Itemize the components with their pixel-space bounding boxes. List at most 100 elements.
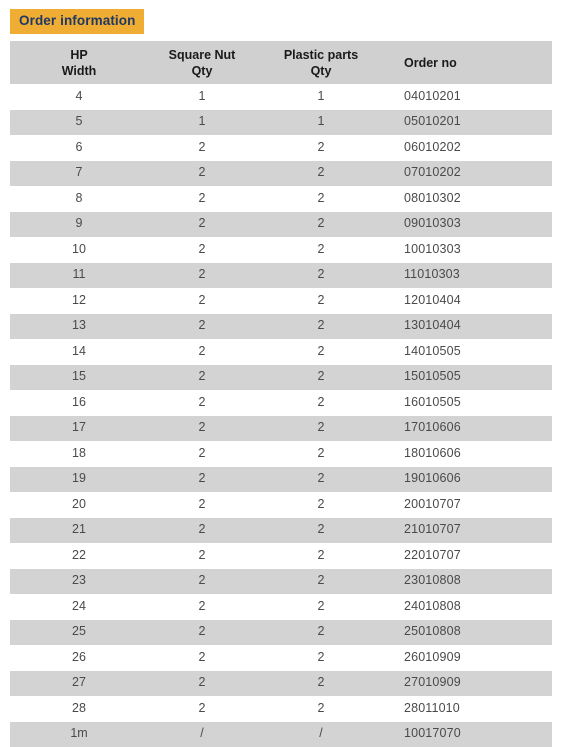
cell-hp-width: 15 <box>10 365 148 391</box>
cell-order-no: 11010303 <box>386 263 552 289</box>
cell-plastic-parts-qty: 2 <box>256 288 386 314</box>
cell-square-nut-qty: 2 <box>148 416 256 442</box>
cell-hp-width: 13 <box>10 314 148 340</box>
cell-plastic-parts-qty: 2 <box>256 518 386 544</box>
cell-order-no: 08010302 <box>386 186 552 212</box>
cell-square-nut-qty: / <box>148 722 256 747</box>
cell-plastic-parts-qty: 1 <box>256 110 386 136</box>
column-header-plastic-parts-line1: Plastic parts <box>256 47 386 63</box>
cell-square-nut-qty: 2 <box>148 212 256 238</box>
column-header-order-no-line1: Order no <box>404 55 552 71</box>
table-row: 1m//10017070 <box>10 722 552 747</box>
column-header-plastic-parts-qty: Plastic parts Qty <box>256 41 386 84</box>
table-row: 142214010505 <box>10 339 552 365</box>
cell-order-no: 10010303 <box>386 237 552 263</box>
table-row: 182218010606 <box>10 441 552 467</box>
cell-square-nut-qty: 2 <box>148 161 256 187</box>
table-body: 4110401020151105010201622060102027220701… <box>10 84 552 747</box>
cell-square-nut-qty: 2 <box>148 492 256 518</box>
cell-square-nut-qty: 2 <box>148 339 256 365</box>
cell-order-no: 28011010 <box>386 696 552 722</box>
cell-square-nut-qty: 2 <box>148 314 256 340</box>
cell-order-no: 07010202 <box>386 161 552 187</box>
cell-plastic-parts-qty: 2 <box>256 237 386 263</box>
cell-order-no: 22010707 <box>386 543 552 569</box>
cell-square-nut-qty: 2 <box>148 237 256 263</box>
table-row: 272227010909 <box>10 671 552 697</box>
cell-order-no: 05010201 <box>386 110 552 136</box>
cell-square-nut-qty: 2 <box>148 135 256 161</box>
cell-hp-width: 28 <box>10 696 148 722</box>
cell-order-no: 15010505 <box>386 365 552 391</box>
cell-hp-width: 25 <box>10 620 148 646</box>
cell-plastic-parts-qty: 2 <box>256 696 386 722</box>
cell-plastic-parts-qty: 2 <box>256 594 386 620</box>
cell-hp-width: 16 <box>10 390 148 416</box>
cell-plastic-parts-qty: 2 <box>256 467 386 493</box>
cell-square-nut-qty: 2 <box>148 518 256 544</box>
cell-plastic-parts-qty: 2 <box>256 365 386 391</box>
cell-square-nut-qty: 2 <box>148 365 256 391</box>
cell-plastic-parts-qty: 2 <box>256 390 386 416</box>
cell-hp-width: 21 <box>10 518 148 544</box>
cell-hp-width: 14 <box>10 339 148 365</box>
cell-square-nut-qty: 2 <box>148 569 256 595</box>
table-row: 132213010404 <box>10 314 552 340</box>
cell-square-nut-qty: 2 <box>148 645 256 671</box>
order-table-container: HP Width Square Nut Qty Plastic parts Qt… <box>10 41 552 747</box>
cell-order-no: 04010201 <box>386 84 552 110</box>
column-header-plastic-parts-line2: Qty <box>256 63 386 79</box>
cell-plastic-parts-qty: 2 <box>256 492 386 518</box>
cell-square-nut-qty: 2 <box>148 594 256 620</box>
cell-order-no: 26010909 <box>386 645 552 671</box>
cell-order-no: 24010808 <box>386 594 552 620</box>
table-row: 262226010909 <box>10 645 552 671</box>
cell-plastic-parts-qty: 2 <box>256 543 386 569</box>
table-row: 102210010303 <box>10 237 552 263</box>
table-row: 152215010505 <box>10 365 552 391</box>
table-row: 82208010302 <box>10 186 552 212</box>
order-information-page: Order information HP Width Square Nut Qt… <box>0 0 568 704</box>
cell-plastic-parts-qty: 2 <box>256 135 386 161</box>
cell-hp-width: 17 <box>10 416 148 442</box>
cell-plastic-parts-qty: 2 <box>256 441 386 467</box>
cell-square-nut-qty: 2 <box>148 263 256 289</box>
cell-plastic-parts-qty: / <box>256 722 386 747</box>
table-row: 162216010505 <box>10 390 552 416</box>
cell-order-no: 10017070 <box>386 722 552 747</box>
cell-square-nut-qty: 2 <box>148 390 256 416</box>
column-header-square-nut-line2: Qty <box>148 63 256 79</box>
cell-square-nut-qty: 2 <box>148 671 256 697</box>
cell-order-no: 18010606 <box>386 441 552 467</box>
column-header-hp-width-line2: Width <box>10 63 148 79</box>
cell-hp-width: 10 <box>10 237 148 263</box>
table-row: 51105010201 <box>10 110 552 136</box>
cell-order-no: 13010404 <box>386 314 552 340</box>
cell-hp-width: 24 <box>10 594 148 620</box>
cell-plastic-parts-qty: 2 <box>256 416 386 442</box>
cell-order-no: 16010505 <box>386 390 552 416</box>
table-row: 192219010606 <box>10 467 552 493</box>
cell-hp-width: 6 <box>10 135 148 161</box>
column-header-order-no: Order no <box>386 41 552 84</box>
cell-square-nut-qty: 2 <box>148 620 256 646</box>
cell-plastic-parts-qty: 2 <box>256 620 386 646</box>
cell-square-nut-qty: 2 <box>148 467 256 493</box>
table-row: 282228011010 <box>10 696 552 722</box>
cell-plastic-parts-qty: 2 <box>256 314 386 340</box>
cell-order-no: 20010707 <box>386 492 552 518</box>
cell-order-no: 06010202 <box>386 135 552 161</box>
cell-hp-width: 22 <box>10 543 148 569</box>
cell-plastic-parts-qty: 2 <box>256 569 386 595</box>
cell-hp-width: 23 <box>10 569 148 595</box>
cell-order-no: 14010505 <box>386 339 552 365</box>
cell-plastic-parts-qty: 2 <box>256 161 386 187</box>
cell-order-no: 09010303 <box>386 212 552 238</box>
table-row: 232223010808 <box>10 569 552 595</box>
column-header-hp-width-line1: HP <box>10 47 148 63</box>
cell-plastic-parts-qty: 2 <box>256 186 386 212</box>
cell-hp-width: 19 <box>10 467 148 493</box>
cell-hp-width: 27 <box>10 671 148 697</box>
cell-hp-width: 18 <box>10 441 148 467</box>
cell-plastic-parts-qty: 2 <box>256 263 386 289</box>
